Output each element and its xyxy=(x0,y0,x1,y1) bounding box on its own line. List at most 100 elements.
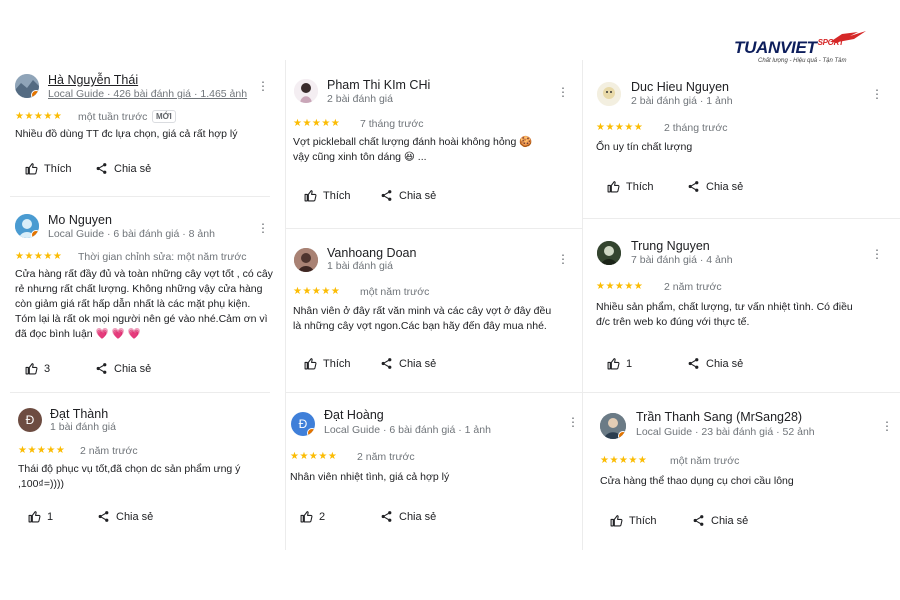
share-button[interactable]: Chia sẻ xyxy=(380,510,436,523)
star-rating: ★★★★★ xyxy=(290,451,338,462)
thumbs-up-icon xyxy=(25,363,38,375)
share-icon xyxy=(381,358,392,369)
review-text: Nhân viên nhiệt tình, giá cả hợp lý xyxy=(290,471,450,483)
share-icon xyxy=(98,511,109,522)
share-label: Chia sẻ xyxy=(711,514,749,527)
local-guide-badge-icon xyxy=(31,90,39,98)
reviewer-meta[interactable]: 2 bài đánh giá · 1 ảnh xyxy=(631,95,733,107)
reviewer-name[interactable]: Đạt Hoàng xyxy=(324,408,384,422)
reviewer-name[interactable]: Hà Nguyễn Thái xyxy=(48,73,138,87)
review-text: Vợt pickleball chất lượng đánh hoài khôn… xyxy=(293,136,533,163)
like-button[interactable]: 1 xyxy=(28,510,53,523)
more-options-icon[interactable]: ⋮ xyxy=(871,248,883,260)
review-text: Cửa hàng thể thao dụng cụ chơi cầu lông xyxy=(600,475,794,487)
avatar-letter: Đ xyxy=(25,413,35,427)
reviewer-name[interactable]: Mo Nguyen xyxy=(48,213,112,227)
reviewer-meta[interactable]: Local Guide · 6 bài đánh giá · 8 ảnh xyxy=(48,228,215,240)
share-icon xyxy=(688,181,699,192)
more-options-icon[interactable]: ⋮ xyxy=(557,86,569,98)
share-button[interactable]: Chia sẻ xyxy=(95,362,151,375)
share-button[interactable]: Chia sẻ xyxy=(380,357,436,370)
row-divider xyxy=(582,218,900,219)
reviewer-meta[interactable]: 2 bài đánh giá xyxy=(327,93,393,105)
reviewer-name[interactable]: Đạt Thành xyxy=(50,407,108,421)
star-rating: ★★★★★ xyxy=(600,455,648,466)
reviewer-meta[interactable]: Local Guide · 426 bài đánh giá · 1.465 ả… xyxy=(48,88,247,100)
star-rating: ★★★★★ xyxy=(15,111,63,122)
share-label: Chia sẻ xyxy=(399,357,437,370)
column-divider xyxy=(582,60,583,550)
thumbs-up-icon xyxy=(304,358,317,370)
column-divider xyxy=(285,60,286,550)
row-divider xyxy=(285,392,582,393)
review-text: Cửa hàng rất đầy đủ và toàn những cây vợ… xyxy=(15,268,273,340)
like-button[interactable]: Thích xyxy=(304,189,351,202)
like-label: Thích xyxy=(629,514,657,527)
avatar xyxy=(294,248,318,272)
star-rating: ★★★★★ xyxy=(15,251,63,262)
like-button[interactable]: 3 xyxy=(25,362,50,375)
row-divider xyxy=(582,392,900,393)
thumbs-up-icon xyxy=(610,515,623,527)
review-time: 7 tháng trước xyxy=(360,118,424,130)
share-button[interactable]: Chia sẻ xyxy=(97,510,153,523)
review-time: 2 năm trước xyxy=(664,281,722,293)
local-guide-badge-icon xyxy=(31,230,39,238)
like-button[interactable]: 1 xyxy=(607,357,632,370)
reviewer-name[interactable]: Trung Nguyen xyxy=(631,239,710,253)
like-button[interactable]: Thích xyxy=(304,357,351,370)
review-time: một năm trước xyxy=(360,286,430,298)
more-options-icon[interactable]: ⋮ xyxy=(257,222,269,234)
review-time: 2 tháng trước xyxy=(664,122,728,134)
reviewer-name[interactable]: Trần Thanh Sang (MrSang28) xyxy=(636,410,802,424)
share-icon xyxy=(693,515,704,526)
like-count: 3 xyxy=(44,362,51,375)
thumbs-up-icon xyxy=(607,181,620,193)
share-icon xyxy=(688,358,699,369)
review-time: 2 năm trước xyxy=(80,445,138,457)
review-time: 2 năm trước xyxy=(357,451,415,463)
star-rating: ★★★★★ xyxy=(18,445,66,456)
reviewer-name[interactable]: Duc Hieu Nguyen xyxy=(631,80,729,94)
share-icon xyxy=(96,163,107,174)
reviewer-meta[interactable]: 1 bài đánh giá xyxy=(50,421,116,433)
avatar xyxy=(15,74,39,98)
share-button[interactable]: Chia sẻ xyxy=(95,162,151,175)
thumbs-up-icon xyxy=(28,511,41,523)
share-label: Chia sẻ xyxy=(399,510,437,523)
thumbs-up-icon xyxy=(304,190,317,202)
avatar-photo-icon xyxy=(294,79,318,103)
reviewer-meta[interactable]: 7 bài đánh giá · 4 ảnh xyxy=(631,254,733,266)
share-label: Chia sẻ xyxy=(114,162,152,175)
more-options-icon[interactable]: ⋮ xyxy=(567,416,579,428)
like-button[interactable]: Thích xyxy=(610,514,657,527)
more-options-icon[interactable]: ⋮ xyxy=(257,80,269,92)
share-label: Chia sẻ xyxy=(114,362,152,375)
like-button[interactable]: 2 xyxy=(300,510,325,523)
share-button[interactable]: Chia sẻ xyxy=(692,514,748,527)
like-label: Thích xyxy=(44,162,72,175)
review-text: Nhiều sản phẩm, chất lượng, tư vấn nhiệt… xyxy=(596,301,853,328)
reviewer-name[interactable]: Pham Thi KIm CHi xyxy=(327,78,430,92)
more-options-icon[interactable]: ⋮ xyxy=(871,88,883,100)
share-label: Chia sẻ xyxy=(116,510,154,523)
share-button[interactable]: Chia sẻ xyxy=(687,180,743,193)
reviewer-name[interactable]: Vanhoang Doan xyxy=(327,246,416,260)
reviewer-meta[interactable]: Local Guide · 6 bài đánh giá · 1 ảnh xyxy=(324,424,491,436)
like-button[interactable]: Thích xyxy=(25,162,72,175)
star-rating: ★★★★★ xyxy=(596,122,644,133)
star-rating: ★★★★★ xyxy=(293,118,341,129)
like-count: 1 xyxy=(47,510,54,523)
reviewer-meta[interactable]: Local Guide · 23 bài đánh giá · 52 ảnh xyxy=(636,426,815,438)
thumbs-up-icon xyxy=(25,163,38,175)
review-time: một năm trước xyxy=(670,455,740,467)
review-text: Ổn uy tín chất lượng xyxy=(596,141,693,153)
share-button[interactable]: Chia sẻ xyxy=(380,189,436,202)
thumbs-up-icon xyxy=(300,511,313,523)
reviewer-meta[interactable]: 1 bài đánh giá xyxy=(327,260,393,272)
more-options-icon[interactable]: ⋮ xyxy=(557,253,569,265)
more-options-icon[interactable]: ⋮ xyxy=(881,420,893,432)
like-button[interactable]: Thích xyxy=(607,180,654,193)
share-button[interactable]: Chia sẻ xyxy=(687,357,743,370)
star-rating: ★★★★★ xyxy=(293,286,341,297)
